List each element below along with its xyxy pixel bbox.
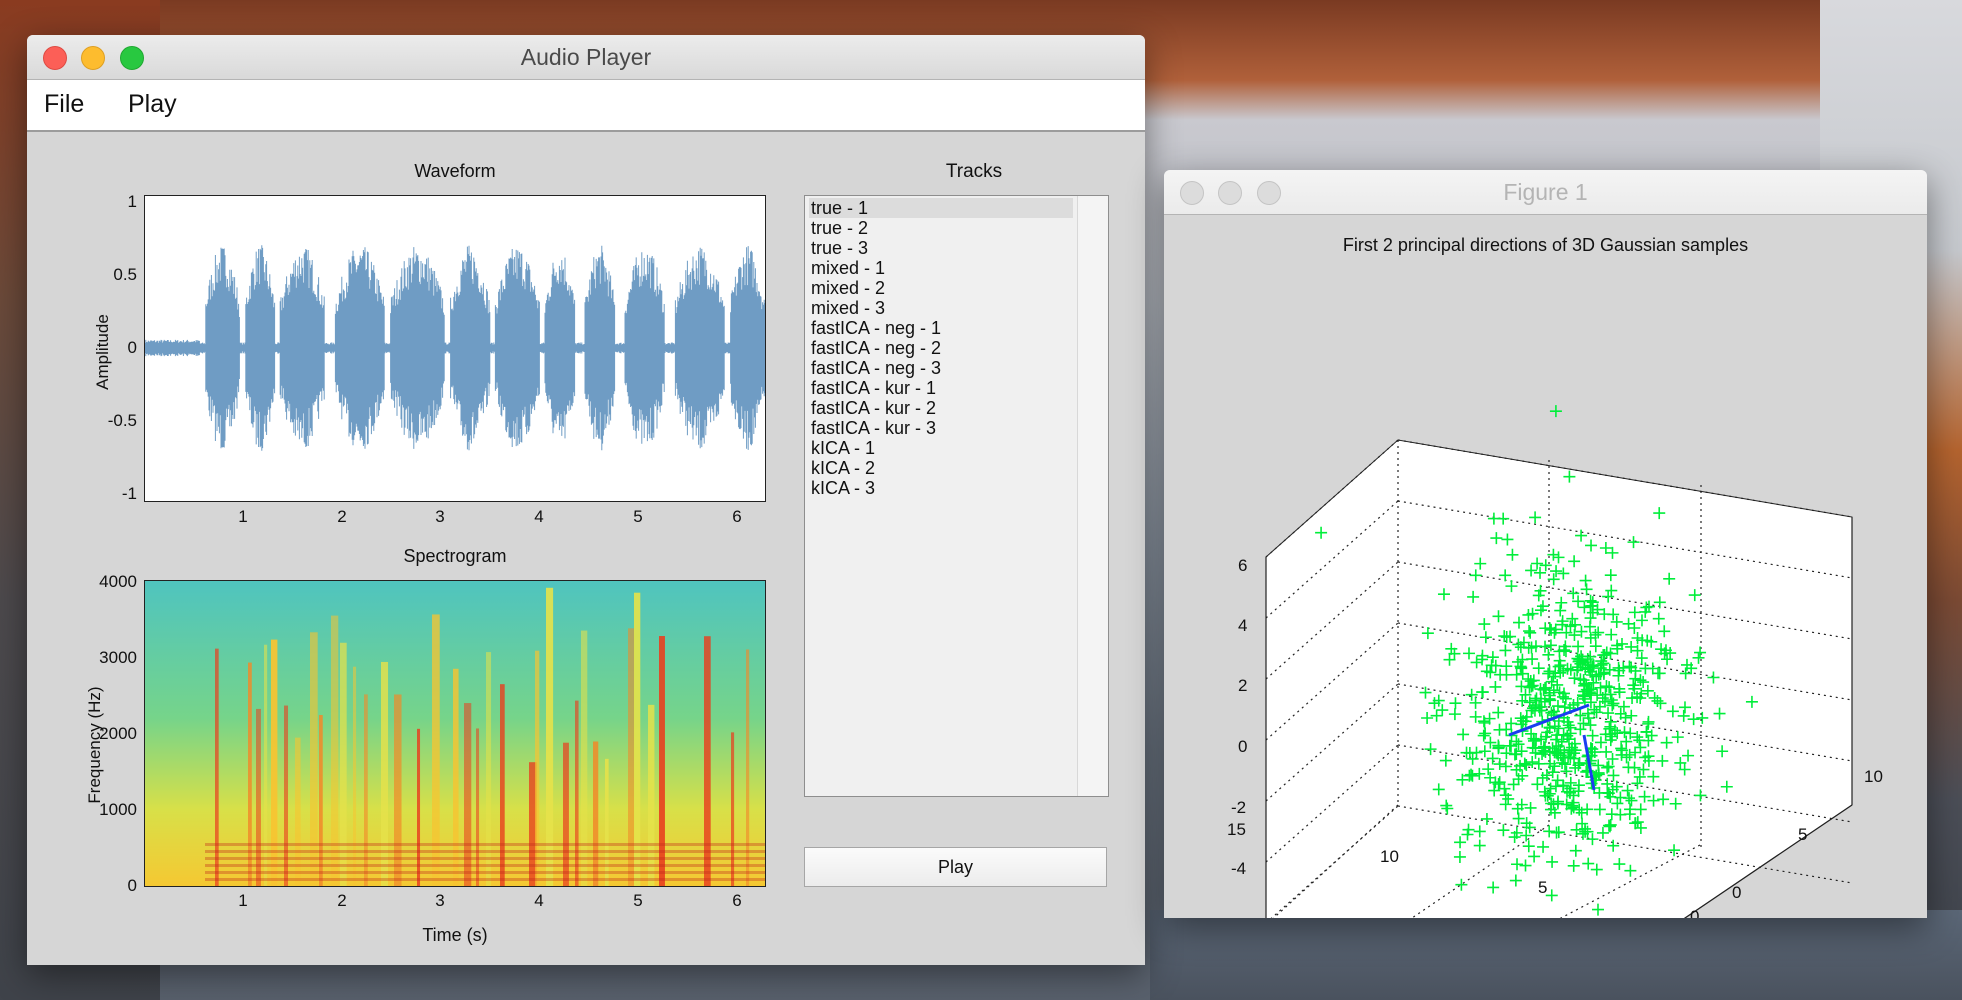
figure-xtick: 0 xyxy=(1690,907,1699,918)
waveform-xtick: 6 xyxy=(732,507,742,526)
spectrogram-band xyxy=(353,666,357,886)
tracks-scrollbar[interactable] xyxy=(1077,196,1108,796)
track-item[interactable]: fastICA - neg - 3 xyxy=(809,358,1073,378)
spectrogram-band xyxy=(264,644,268,886)
spectrogram-band xyxy=(310,632,318,886)
track-item[interactable]: fastICA - kur - 1 xyxy=(809,378,1073,398)
spectrogram-ylabel: Frequency (Hz) xyxy=(85,686,104,804)
spectrogram-band xyxy=(704,636,711,886)
audio-player-window: Audio Player File Play Waveform Amplitud… xyxy=(27,35,1145,965)
tracks-listbox[interactable]: true - 1 true - 2 true - 3 mixed - 1 mixed -… xyxy=(804,195,1109,797)
figure-ztick: 2 xyxy=(1238,676,1247,695)
figure-ztick: -4 xyxy=(1231,859,1246,878)
menu-bar: File Play xyxy=(27,80,1145,132)
waveform-xtick: 4 xyxy=(534,507,544,526)
spectrogram-ytick: 0 xyxy=(127,876,137,895)
track-item[interactable]: fastICA - kur - 2 xyxy=(809,398,1073,418)
spectrogram-harmonic xyxy=(205,843,765,846)
spectrogram-xtick: 1 xyxy=(238,891,248,910)
waveform-xtick: 2 xyxy=(337,507,347,526)
figure-title: Figure 1 xyxy=(1503,179,1588,205)
spectrogram-band xyxy=(340,642,347,886)
spectrogram-band xyxy=(271,639,278,886)
spectrogram-xtick: 3 xyxy=(435,891,445,910)
figure-ytick: 10 xyxy=(1864,767,1883,786)
track-item[interactable]: mixed - 3 xyxy=(809,298,1073,318)
spectrogram-band xyxy=(417,728,421,886)
track-item[interactable]: true - 2 xyxy=(809,218,1073,238)
spectrogram-xlabel: Time (s) xyxy=(422,925,488,945)
track-item[interactable]: fastICA - neg - 2 xyxy=(809,338,1073,358)
figure-ztick: -2 xyxy=(1231,798,1246,817)
spectrogram-band xyxy=(453,668,459,886)
waveform-xtick: 3 xyxy=(435,507,445,526)
track-item[interactable]: true - 1 xyxy=(809,198,1073,218)
figure-xtick: 15 xyxy=(1227,820,1246,839)
spectrogram-band xyxy=(634,592,641,886)
spectrogram-xtick: 4 xyxy=(534,891,544,910)
spectrogram-title: Spectrogram xyxy=(403,546,507,566)
figure-ztick: 4 xyxy=(1238,616,1247,635)
spectrogram-ytick: 4000 xyxy=(99,572,137,591)
waveform-trace xyxy=(144,245,766,451)
waveform-ytick: 0.5 xyxy=(113,265,137,284)
scatter3d-plot[interactable]: 6 4 2 0 -2 -4 -6 15 10 5 0 0 5 10 xyxy=(1164,215,1927,918)
spectrogram-xtick: 6 xyxy=(732,891,742,910)
spectrogram-xtick: 5 xyxy=(633,891,643,910)
audio-player-titlebar[interactable]: Audio Player xyxy=(27,35,1145,80)
spectrogram-harmonic xyxy=(205,878,765,881)
spectrogram-band xyxy=(476,728,480,886)
track-item[interactable]: kICA - 3 xyxy=(809,478,1073,498)
spectrogram-ytick: 2000 xyxy=(99,724,137,743)
figure-xtick: 10 xyxy=(1380,847,1399,866)
figure-ytick: 0 xyxy=(1732,883,1741,902)
spectrogram-harmonic xyxy=(205,871,765,874)
spectrogram-ytick: 1000 xyxy=(99,800,137,819)
spectrogram-ytick: 3000 xyxy=(99,648,137,667)
figure-ztick: 0 xyxy=(1238,737,1247,756)
spectrogram-plot[interactable] xyxy=(144,580,766,887)
desktop-wallpaper-bottom xyxy=(1150,910,1962,1000)
spectrogram-xtick: 2 xyxy=(337,891,347,910)
waveform-ytick: 0 xyxy=(127,338,137,357)
spectrogram-image xyxy=(145,581,765,886)
spectrogram-harmonic xyxy=(205,850,765,853)
waveform-xtick: 1 xyxy=(238,507,248,526)
spectrogram-harmonic xyxy=(205,857,765,860)
spectrogram-band xyxy=(319,715,323,886)
waveform-ytick: -1 xyxy=(121,484,137,503)
track-item[interactable]: mixed - 1 xyxy=(809,258,1073,278)
window-title: Audio Player xyxy=(520,44,652,70)
spectrogram-band xyxy=(581,630,588,886)
track-item[interactable]: fastICA - neg - 1 xyxy=(809,318,1073,338)
tracks-title: Tracks xyxy=(945,161,1003,182)
track-item[interactable]: fastICA - kur - 3 xyxy=(809,418,1073,438)
figure-xtick: 5 xyxy=(1538,878,1547,897)
plot-box xyxy=(1265,439,1853,918)
track-item[interactable]: kICA - 2 xyxy=(809,458,1073,478)
track-item[interactable]: mixed - 2 xyxy=(809,278,1073,298)
scatter-point xyxy=(1549,405,1562,418)
track-item[interactable]: true - 3 xyxy=(809,238,1073,258)
spectrogram-band xyxy=(659,636,665,886)
figure-window: Figure 1 First 2 principal directions of… xyxy=(1164,170,1927,918)
waveform-plot[interactable] xyxy=(144,195,766,502)
spectrogram-band xyxy=(628,628,635,886)
figure-titlebar[interactable]: Figure 1 xyxy=(1164,170,1927,215)
waveform-ytick: 1 xyxy=(127,192,137,211)
spectrogram-band xyxy=(295,737,301,886)
figure-ytick: 5 xyxy=(1798,825,1807,844)
track-item[interactable]: kICA - 1 xyxy=(809,438,1073,458)
menu-play[interactable]: Play xyxy=(128,80,177,128)
spectrogram-band xyxy=(731,732,735,886)
figure-ztick: 6 xyxy=(1238,556,1247,575)
spectrogram-band xyxy=(500,684,505,886)
spectrogram-band xyxy=(546,587,554,886)
waveform-title: Waveform xyxy=(414,161,496,181)
waveform-xtick: 5 xyxy=(633,507,643,526)
waveform-ytick: -0.5 xyxy=(107,411,137,430)
spectrogram-harmonic xyxy=(205,864,765,867)
play-button[interactable]: Play xyxy=(804,847,1107,887)
menu-file[interactable]: File xyxy=(44,80,84,128)
